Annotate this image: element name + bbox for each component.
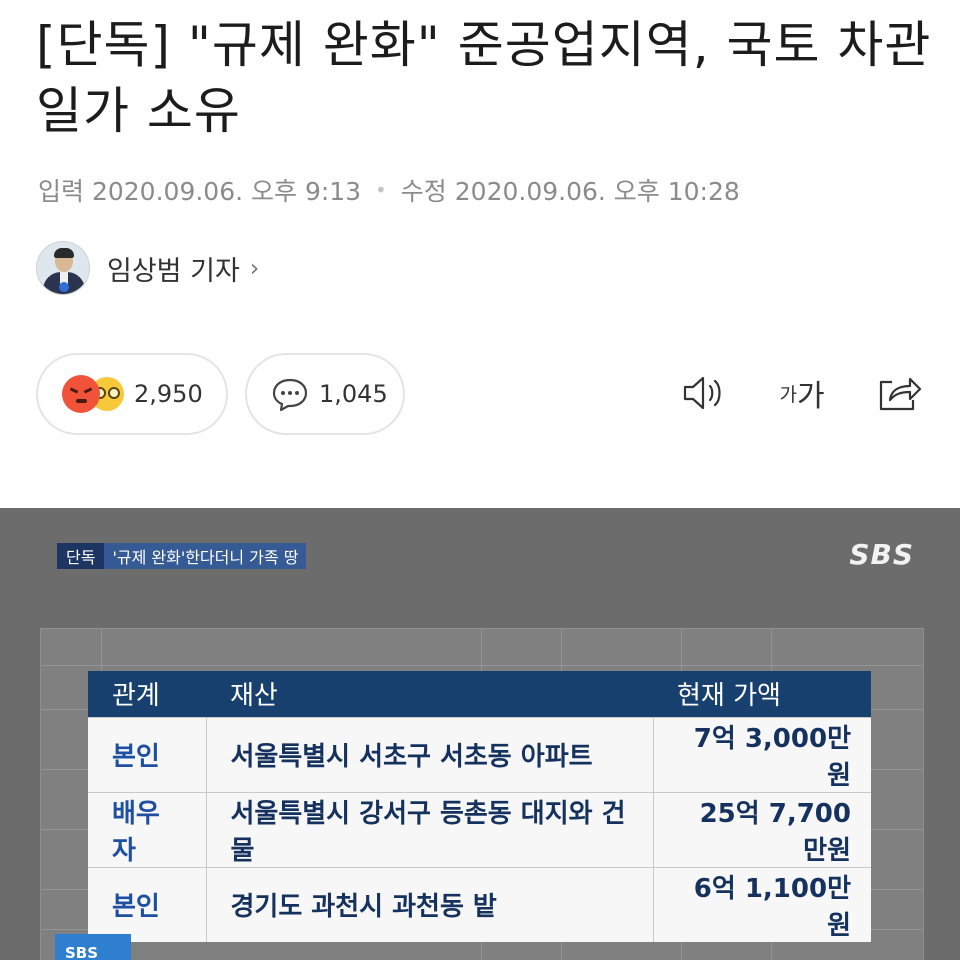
edit-time: 2020.09.06. 오후 10:28 [454,177,740,206]
angry-emoji-icon [62,375,100,413]
caption-tag: 단독 [57,543,105,569]
property-table: 관계 재산 현재 가액 본인 서울특별시 서초구 서초동 아파트 7억 3,00… [88,671,871,942]
share-icon [879,377,922,411]
input-time: 2020.09.06. 오후 9:13 [91,177,362,206]
table-header-relation: 관계 [88,671,206,717]
comment-button[interactable]: 1,045 [245,353,405,435]
reporter-avatar [36,241,90,295]
share-button[interactable] [874,370,924,416]
input-label: 입력 [38,177,85,206]
table-header-property: 재산 [206,671,653,717]
reporter-link[interactable]: 임상범 기자 › [36,240,259,296]
sbs-logo: SBS [849,538,914,571]
article-headline: [단독] "규제 완화" 준공업지역, 국토 차관 일가 소유 [36,16,932,140]
reaction-count: 2,950 [134,380,203,408]
font-large-glyph: 가 [796,379,825,414]
reaction-button[interactable]: 2,950 [36,353,228,435]
article-timestamps: 입력 2020.09.06. 오후 9:13 • 수정 2020.09.06. … [38,172,740,208]
audio-button[interactable] [680,370,728,416]
table-row: 본인 경기도 과천시 과천동 밭 6억 1,100만원 [88,866,871,942]
table-cell-value: 7억 3,000만원 [652,716,871,792]
table-cell-relation: 본인 [88,716,206,792]
comment-count: 1,045 [319,380,388,408]
table-cell-relation: 배우자 [88,791,206,867]
table-cell-property: 경기도 과천시 과천동 밭 [205,866,653,942]
chevron-right-icon: › [249,254,260,282]
table-cell-value: 25억 7,700만원 [652,791,871,867]
sbs-corner-logo: SBS [55,934,131,960]
date-separator: • [375,178,387,202]
font-small-glyph: 가 [779,383,797,406]
news-video-frame[interactable]: 단독 '규제 완화'한다더니 가족 땅 SBS 관계 재산 현재 가액 본인 서… [0,508,960,960]
table-cell-property: 서울특별시 서초구 서초동 아파트 [205,716,653,792]
table-header-value: 현재 가액 [653,671,871,717]
table-cell-relation: 본인 [88,866,206,942]
font-size-button[interactable]: 가가 [772,370,832,416]
reporter-name: 임상범 기자 [107,255,240,287]
table-row: 배우자 서울특별시 강서구 등촌동 대지와 건물 25억 7,700만원 [88,791,871,867]
comment-bubble-icon [272,378,308,412]
table-cell-property: 서울특별시 강서구 등촌동 대지와 건물 [205,791,653,867]
table-cell-value: 6억 1,100만원 [652,866,871,942]
edit-label: 수정 [400,177,447,206]
table-row: 본인 서울특별시 서초구 서초동 아파트 7억 3,000만원 [88,716,871,792]
speaker-icon [683,376,721,410]
news-caption: 단독 '규제 완화'한다더니 가족 땅 [57,543,307,569]
caption-text: '규제 완화'한다더니 가족 땅 [104,543,307,569]
